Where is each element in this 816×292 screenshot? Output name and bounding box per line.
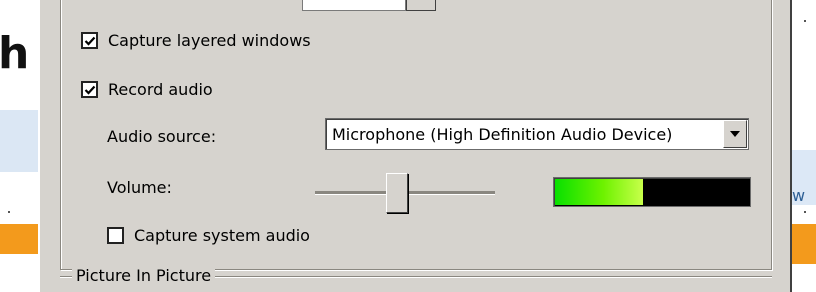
- capture-options-group: Capture layered windows Record audio Aud…: [60, 0, 772, 270]
- capture-layered-windows-option[interactable]: Capture layered windows: [81, 31, 311, 50]
- triangle-down-icon: [730, 131, 740, 137]
- capture-system-audio-label: Capture system audio: [134, 226, 310, 245]
- volume-row: Volume:: [107, 178, 172, 197]
- background-partial-text: w: [792, 186, 806, 205]
- background-dot: [804, 211, 806, 213]
- capture-system-audio-checkbox[interactable]: [107, 227, 124, 244]
- background-orange-band: [0, 224, 38, 254]
- partial-input-field[interactable]: [302, 0, 406, 11]
- background-app-right: w: [792, 0, 816, 286]
- audio-source-value: Microphone (High Definition Audio Device…: [332, 124, 673, 144]
- partial-field-button[interactable]: [406, 0, 436, 11]
- volume-label: Volume:: [107, 178, 172, 197]
- checkmark-icon: [84, 85, 95, 95]
- background-blue-band: [0, 110, 38, 172]
- picture-in-picture-group: Picture In Picture: [60, 266, 772, 289]
- background-dot: [8, 211, 10, 213]
- background-dot: [804, 20, 806, 22]
- audio-level-fill: [555, 179, 644, 205]
- audio-source-label: Audio source:: [107, 127, 217, 146]
- volume-slider[interactable]: [315, 172, 495, 214]
- audio-level-meter: [553, 177, 751, 207]
- background-partial-text: h: [0, 28, 30, 79]
- capture-layered-windows-label: Capture layered windows: [108, 31, 311, 50]
- record-audio-checkbox[interactable]: [81, 81, 98, 98]
- record-audio-option[interactable]: Record audio: [81, 80, 213, 99]
- capture-layered-windows-checkbox[interactable]: [81, 32, 98, 49]
- volume-slider-thumb[interactable]: [386, 173, 408, 213]
- background-orange-band: [792, 224, 816, 264]
- capture-system-audio-option[interactable]: Capture system audio: [107, 226, 310, 245]
- recording-options-dialog: Capture layered windows Record audio Aud…: [38, 0, 792, 292]
- audio-source-dropdown[interactable]: Microphone (High Definition Audio Device…: [325, 118, 749, 150]
- picture-in-picture-title: Picture In Picture: [72, 266, 216, 285]
- record-audio-label: Record audio: [108, 80, 213, 99]
- checkmark-icon: [84, 36, 95, 46]
- background-app-left: h: [0, 0, 38, 286]
- audio-source-row: Audio source:: [107, 127, 216, 146]
- audio-source-dropdown-button[interactable]: [723, 120, 747, 148]
